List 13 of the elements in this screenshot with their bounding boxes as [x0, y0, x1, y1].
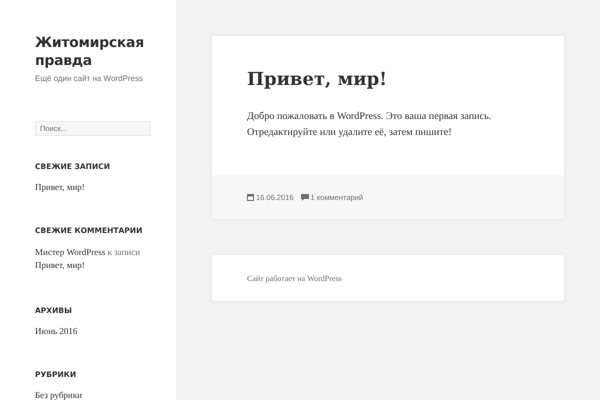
post-title[interactable]: Привет, мир!	[247, 68, 529, 92]
speech-bubble-icon	[300, 194, 309, 200]
post-text: Добро пожаловать в WordPress. Это ваша первая запись. Отредактируйте или удалите её, затем пишите!	[247, 110, 492, 140]
widget-link[interactable]: Привет, мир!	[35, 182, 85, 192]
widget-link[interactable]: Июнь 2016	[35, 326, 78, 336]
footer-credit-link[interactable]: Сайт работает на WordPress	[247, 274, 342, 282]
calendar-icon	[247, 194, 254, 200]
comment-post-link[interactable]: Привет, мир!	[35, 259, 85, 272]
recent-comment: Мистер WordPress к записи Привет, мир!	[35, 246, 140, 272]
site-tagline: Ещё один сайт на WordPress	[35, 74, 144, 83]
comment-author-link[interactable]: Мистер WordPress	[35, 246, 106, 259]
site-title[interactable]: Житомирская правда	[35, 34, 145, 70]
widget-link[interactable]: Без рубрики	[35, 390, 82, 400]
